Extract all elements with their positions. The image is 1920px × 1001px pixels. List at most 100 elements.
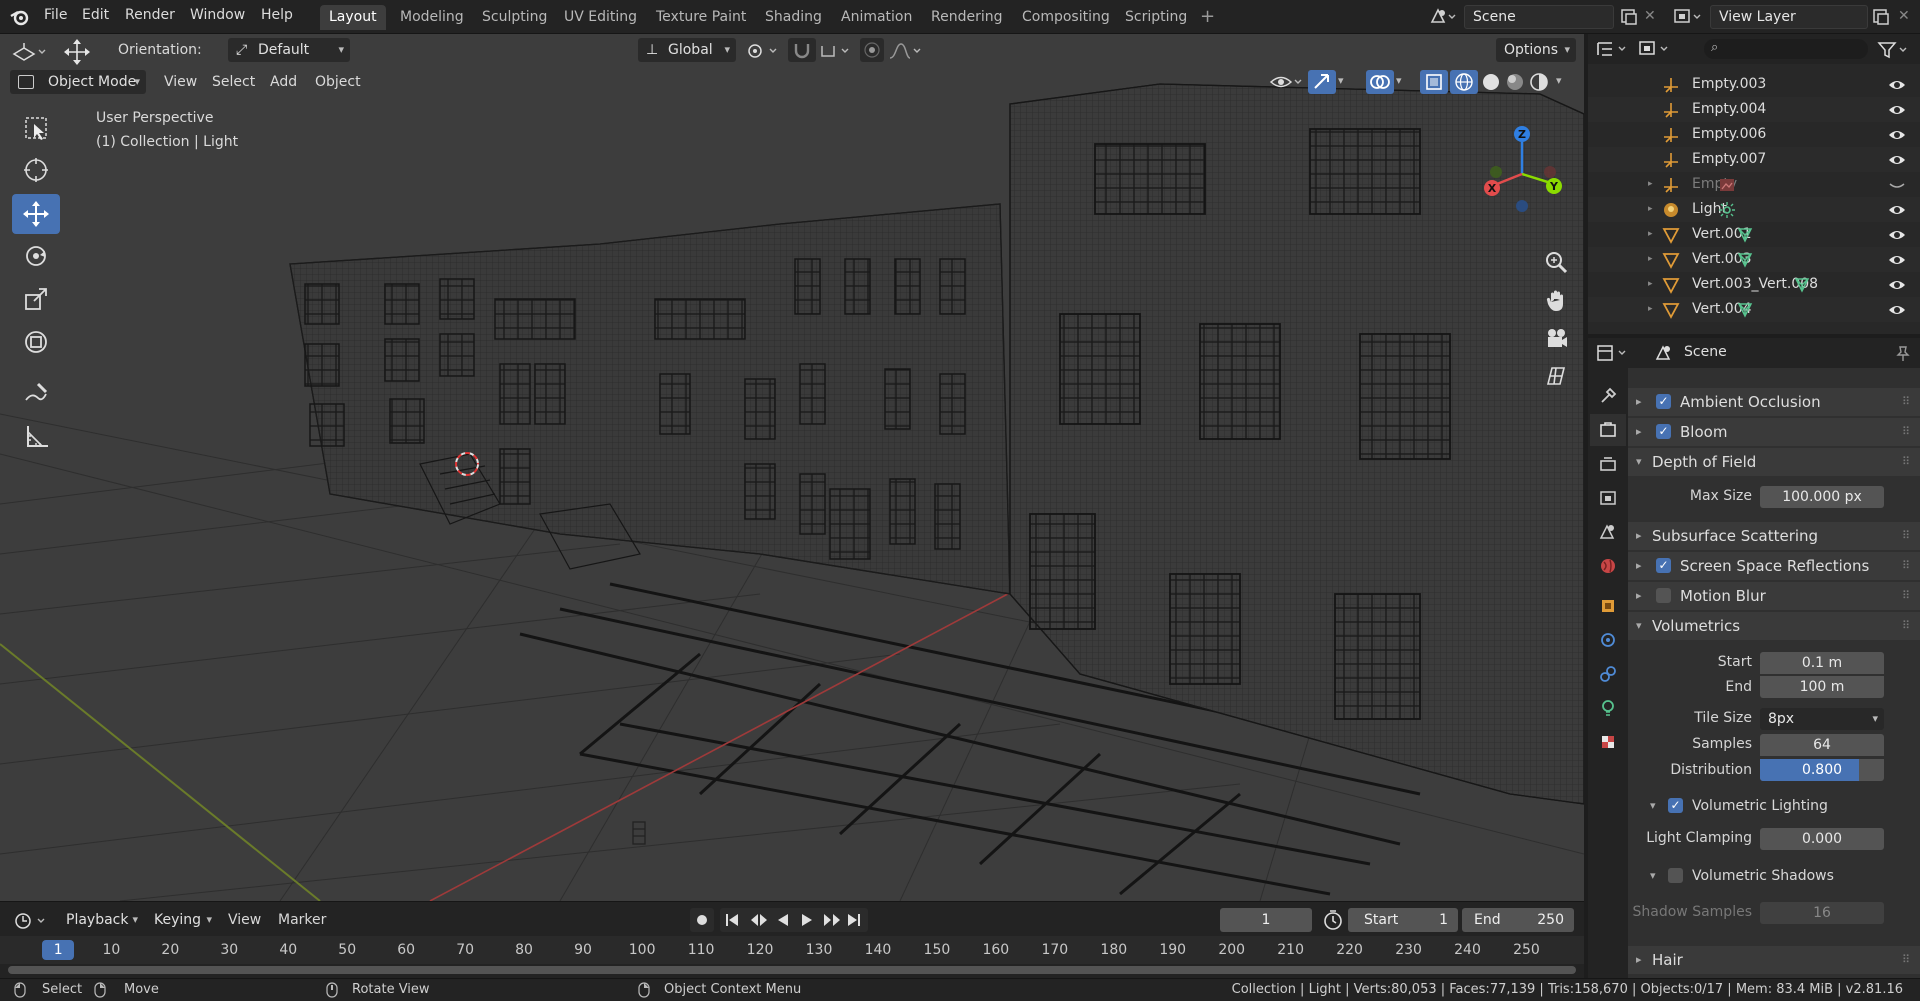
tab-uv-editing[interactable]: UV Editing <box>555 5 646 30</box>
delete-scene-icon[interactable]: ✕ <box>1644 8 1656 24</box>
start-field[interactable]: 0.1 m <box>1760 652 1884 674</box>
annotate-tool[interactable] <box>12 372 60 412</box>
filter-icon[interactable] <box>1876 39 1912 61</box>
visibility-eye-icon[interactable] <box>1888 251 1906 269</box>
tab-texture-icon[interactable] <box>1590 726 1626 758</box>
rotate-tool[interactable] <box>12 236 60 276</box>
image-empty-icon[interactable] <box>1718 176 1736 194</box>
properties-editor-type-icon[interactable] <box>1594 342 1634 364</box>
tab-data-icon[interactable] <box>1590 692 1626 724</box>
tab-view-layer-icon[interactable] <box>1590 482 1626 514</box>
drag-handle-icon[interactable]: ⠿ <box>1902 522 1910 550</box>
tab-world-icon[interactable] <box>1590 550 1626 582</box>
ssr-checkbox[interactable]: ✓ <box>1656 558 1671 573</box>
drag-handle-icon[interactable]: ⠿ <box>1902 582 1910 610</box>
xray-toggle-icon[interactable] <box>1420 70 1448 94</box>
visibility-eye-icon[interactable] <box>1888 301 1906 319</box>
outliner-search-input[interactable]: ⌕ <box>1704 39 1868 59</box>
menu-view[interactable]: View <box>164 74 197 90</box>
pan-hand-icon[interactable] <box>1542 286 1570 314</box>
tab-texture-paint[interactable]: Texture Paint <box>647 5 755 30</box>
expand-arrow-icon[interactable]: ▸ <box>1648 172 1653 197</box>
panel-hair[interactable]: ▸ Hair ⠿ <box>1628 946 1920 974</box>
tile-size-dropdown[interactable]: 8px <box>1760 708 1884 730</box>
outliner-item[interactable]: ▸ Vert.003_Vert.008 <box>1588 272 1920 297</box>
expand-arrow-icon[interactable]: ▸ <box>1648 197 1653 222</box>
current-frame-field[interactable]: 1 <box>1220 908 1312 932</box>
outliner-item[interactable]: ▸ Vert.004 <box>1588 297 1920 322</box>
tab-tool-icon[interactable] <box>1590 380 1626 412</box>
drag-handle-icon[interactable]: ⠿ <box>1902 388 1910 416</box>
panel-depth-of-field[interactable]: ▾ Depth of Field ⠿ <box>1628 448 1920 476</box>
add-workspace-icon[interactable]: + <box>1200 6 1215 27</box>
end-frame-field[interactable]: End 250 <box>1462 908 1574 932</box>
menu-help[interactable]: Help <box>261 7 293 23</box>
display-mode-icon[interactable] <box>1636 38 1676 60</box>
volumetric-lighting-checkbox[interactable]: ✓ <box>1668 798 1683 813</box>
drag-handle-icon[interactable]: ⠿ <box>1902 946 1910 974</box>
tab-compositing[interactable]: Compositing <box>1013 5 1119 30</box>
visibility-eye-icon[interactable] <box>1888 201 1906 219</box>
scale-tool[interactable] <box>12 279 60 319</box>
panel-bloom[interactable]: ▸ ✓ Bloom ⠿ <box>1628 418 1920 446</box>
rendered-shading-icon[interactable] <box>1526 70 1552 94</box>
view-layer-field[interactable]: View Layer <box>1710 5 1868 29</box>
options-dropdown[interactable]: Options <box>1496 38 1576 62</box>
visibility-eye-icon[interactable] <box>1888 226 1906 244</box>
pin-icon[interactable] <box>1894 344 1912 362</box>
tab-scripting[interactable]: Scripting <box>1116 5 1196 30</box>
3d-viewport[interactable]: Orientation: ⤢ Default ⊥ Global Options … <box>0 34 1584 901</box>
outliner-item[interactable]: Empty.004 <box>1588 97 1920 122</box>
outliner-item[interactable]: ▸ Vert.003 <box>1588 247 1920 272</box>
mesh-data-icon[interactable] <box>1736 251 1754 269</box>
menu-file[interactable]: File <box>44 7 67 23</box>
tab-object-icon[interactable] <box>1590 590 1626 622</box>
new-view-layer-icon[interactable] <box>1870 6 1892 28</box>
editor-type-icon[interactable] <box>10 40 50 64</box>
scene-selector-icon[interactable] <box>1428 6 1458 28</box>
tab-sculpting[interactable]: Sculpting <box>473 5 556 30</box>
end-field[interactable]: 100 m <box>1760 676 1884 698</box>
expand-arrow-icon[interactable]: ▸ <box>1648 272 1653 297</box>
gizmo-toggle-icon[interactable] <box>1308 70 1336 94</box>
navigation-gizmo[interactable]: Z Y X <box>1482 112 1562 212</box>
drag-handle-icon[interactable]: ⠿ <box>1902 612 1910 640</box>
ortho-grid-icon[interactable] <box>1542 362 1570 390</box>
menu-add[interactable]: Add <box>270 74 297 90</box>
camera-view-icon[interactable] <box>1542 324 1570 352</box>
light-data-icon[interactable] <box>1718 201 1736 219</box>
drag-handle-icon[interactable]: ⠿ <box>1902 418 1910 446</box>
light-clamping-field[interactable]: 0.000 <box>1760 828 1884 850</box>
tab-output-icon[interactable] <box>1590 448 1626 480</box>
outliner-item[interactable]: Empty.003 <box>1588 72 1920 97</box>
outliner-item[interactable]: Empty.006 <box>1588 122 1920 147</box>
subpanel-volumetric-shadows[interactable]: ▾ Volumetric Shadows <box>1646 862 1920 890</box>
visibility-hidden-icon[interactable] <box>1888 176 1906 194</box>
blender-logo-icon[interactable] <box>10 8 30 26</box>
view-layer-icon[interactable] <box>1672 6 1704 28</box>
proportional-edit-icon[interactable] <box>860 38 884 62</box>
stopwatch-icon[interactable] <box>1320 908 1346 932</box>
overlays-toggle-icon[interactable] <box>1366 70 1394 94</box>
outliner-item[interactable]: Empty.007 <box>1588 147 1920 172</box>
start-frame-field[interactable]: Start 1 <box>1348 908 1458 932</box>
snap-toggle-icon[interactable] <box>788 38 816 62</box>
outliner-item[interactable]: ▸ Empty <box>1588 172 1920 197</box>
new-scene-icon[interactable] <box>1618 6 1640 28</box>
outliner-editor-type-icon[interactable] <box>1594 38 1634 60</box>
tab-constraints-icon[interactable] <box>1590 658 1626 690</box>
timeline-scrollbar[interactable] <box>8 966 1576 974</box>
ambient-occlusion-checkbox[interactable]: ✓ <box>1656 394 1671 409</box>
transform-orientation-dropdown[interactable]: ⊥ Global <box>638 38 736 62</box>
transform-gizmo-icon[interactable] <box>62 37 92 67</box>
delete-view-layer-icon[interactable]: ✕ <box>1898 8 1910 24</box>
visibility-eye-icon[interactable] <box>1888 76 1906 94</box>
visibility-eye-icon[interactable] <box>1888 276 1906 294</box>
tab-modeling[interactable]: Modeling <box>391 5 473 30</box>
wireframe-shading-icon[interactable] <box>1450 70 1478 94</box>
visibility-eye-icon[interactable] <box>1888 101 1906 119</box>
record-icon[interactable] <box>690 908 714 932</box>
tab-render-icon[interactable] <box>1590 414 1626 446</box>
snap-element-icon[interactable] <box>818 40 854 62</box>
motion-blur-checkbox[interactable] <box>1656 588 1671 603</box>
